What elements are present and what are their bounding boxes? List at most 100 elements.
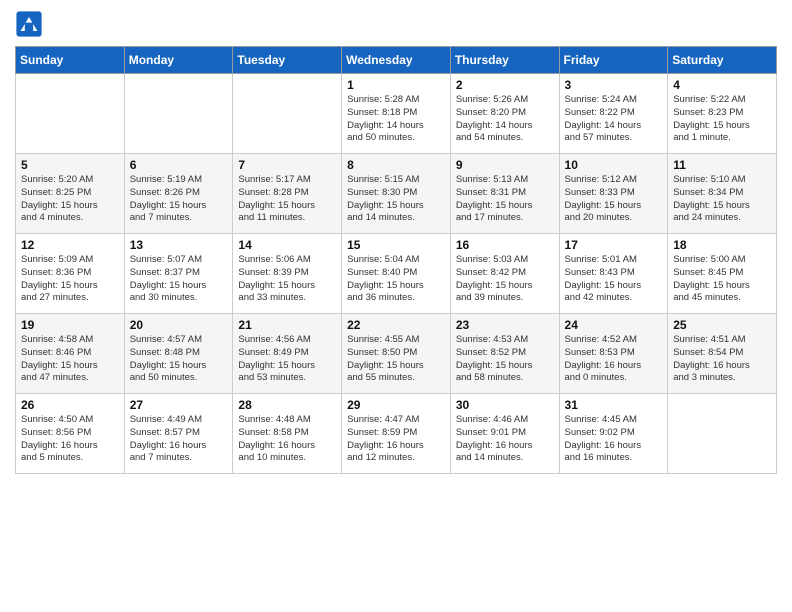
day-number: 25 — [673, 318, 771, 332]
day-info: Sunrise: 5:04 AM Sunset: 8:40 PM Dayligh… — [347, 254, 445, 305]
day-number: 20 — [130, 318, 228, 332]
day-info: Sunrise: 4:48 AM Sunset: 8:58 PM Dayligh… — [238, 414, 336, 465]
calendar-cell: 5Sunrise: 5:20 AM Sunset: 8:25 PM Daylig… — [16, 154, 125, 234]
day-number: 16 — [456, 238, 554, 252]
calendar-cell — [124, 74, 233, 154]
calendar-cell: 11 Sunrise: 5:10 AM Sunset: 8:34 PM Dayli… — [668, 154, 777, 234]
calendar-cell: 22 Sunrise: 4:55 AM Sunset: 8:50 PM Dayli… — [342, 314, 451, 394]
calendar-cell: 9 Sunrise: 5:13 AM Sunset: 8:31 PM Daylig… — [450, 154, 559, 234]
calendar-cell: 12Sunrise: 5:09 AM Sunset: 8:36 PM Dayli… — [16, 234, 125, 314]
calendar-cell: 3 Sunrise: 5:24 AM Sunset: 8:22 PM Daylig… — [559, 74, 668, 154]
day-info: Sunrise: 4:46 AM Sunset: 9:01 PM Dayligh… — [456, 414, 554, 465]
calendar-cell: 13 Sunrise: 5:07 AM Sunset: 8:37 PM Dayli… — [124, 234, 233, 314]
calendar-cell: 7Sunrise: 5:17 AM Sunset: 8:28 PM Daylig… — [233, 154, 342, 234]
calendar-cell: 2 Sunrise: 5:26 AM Sunset: 8:20 PM Daylig… — [450, 74, 559, 154]
day-number: 29 — [347, 398, 445, 412]
weekday-header-sunday: Sunday — [16, 47, 125, 74]
day-info: Sunrise: 5:24 AM Sunset: 8:22 PM Dayligh… — [565, 94, 663, 145]
day-number: 3 — [565, 78, 663, 92]
day-number: 8 — [347, 158, 445, 172]
day-number: 14 — [238, 238, 336, 252]
calendar-cell: 29Sunrise: 4:47 AM Sunset: 8:59 PM Dayli… — [342, 394, 451, 474]
day-number: 18 — [673, 238, 771, 252]
day-info: Sunrise: 5:26 AM Sunset: 8:20 PM Dayligh… — [456, 94, 554, 145]
day-info: Sunrise: 5:13 AM Sunset: 8:31 PM Dayligh… — [456, 174, 554, 225]
day-number: 13 — [130, 238, 228, 252]
calendar-cell: 21 Sunrise: 4:56 AM Sunset: 8:49 PM Dayli… — [233, 314, 342, 394]
weekday-header-friday: Friday — [559, 47, 668, 74]
calendar-cell: 20 Sunrise: 4:57 AM Sunset: 8:48 PM Dayli… — [124, 314, 233, 394]
day-info: Sunrise: 5:10 AM Sunset: 8:34 PM Dayligh… — [673, 174, 771, 225]
day-number: 30 — [456, 398, 554, 412]
calendar-cell: 17 Sunrise: 5:01 AM Sunset: 8:43 PM Dayli… — [559, 234, 668, 314]
day-info: Sunrise: 5:09 AM Sunset: 8:36 PM Dayligh… — [21, 254, 119, 305]
week-row-4: 19Sunrise: 4:58 AM Sunset: 8:46 PM Dayli… — [16, 314, 777, 394]
day-number: 15 — [347, 238, 445, 252]
calendar-cell: 4Sunrise: 5:22 AM Sunset: 8:23 PM Daylig… — [668, 74, 777, 154]
day-number: 21 — [238, 318, 336, 332]
weekday-header-monday: Monday — [124, 47, 233, 74]
calendar-cell: 26 Sunrise: 4:50 AM Sunset: 8:56 PM Dayli… — [16, 394, 125, 474]
day-info: Sunrise: 5:06 AM Sunset: 8:39 PM Dayligh… — [238, 254, 336, 305]
day-number: 10 — [565, 158, 663, 172]
week-row-5: 26 Sunrise: 4:50 AM Sunset: 8:56 PM Dayli… — [16, 394, 777, 474]
calendar-cell: 30 Sunrise: 4:46 AM Sunset: 9:01 PM Dayli… — [450, 394, 559, 474]
day-number: 28 — [238, 398, 336, 412]
calendar-cell — [668, 394, 777, 474]
day-number: 1 — [347, 78, 445, 92]
day-info: Sunrise: 4:57 AM Sunset: 8:48 PM Dayligh… — [130, 334, 228, 385]
calendar-cell: 31Sunrise: 4:45 AM Sunset: 9:02 PM Dayli… — [559, 394, 668, 474]
day-info: Sunrise: 5:01 AM Sunset: 8:43 PM Dayligh… — [565, 254, 663, 305]
calendar-cell: 27 Sunrise: 4:49 AM Sunset: 8:57 PM Dayli… — [124, 394, 233, 474]
day-info: Sunrise: 5:03 AM Sunset: 8:42 PM Dayligh… — [456, 254, 554, 305]
day-number: 9 — [456, 158, 554, 172]
calendar-cell — [233, 74, 342, 154]
day-number: 17 — [565, 238, 663, 252]
day-number: 6 — [130, 158, 228, 172]
calendar-cell: 16 Sunrise: 5:03 AM Sunset: 8:42 PM Dayli… — [450, 234, 559, 314]
day-number: 19 — [21, 318, 119, 332]
day-number: 27 — [130, 398, 228, 412]
day-number: 31 — [565, 398, 663, 412]
day-number: 4 — [673, 78, 771, 92]
weekday-header-row: SundayMondayTuesdayWednesdayThursdayFrid… — [16, 47, 777, 74]
day-info: Sunrise: 4:50 AM Sunset: 8:56 PM Dayligh… — [21, 414, 119, 465]
day-number: 26 — [21, 398, 119, 412]
weekday-header-wednesday: Wednesday — [342, 47, 451, 74]
day-info: Sunrise: 4:49 AM Sunset: 8:57 PM Dayligh… — [130, 414, 228, 465]
day-info: Sunrise: 4:56 AM Sunset: 8:49 PM Dayligh… — [238, 334, 336, 385]
calendar-cell: 10Sunrise: 5:12 AM Sunset: 8:33 PM Dayli… — [559, 154, 668, 234]
calendar-cell: 24 Sunrise: 4:52 AM Sunset: 8:53 PM Dayli… — [559, 314, 668, 394]
weekday-header-thursday: Thursday — [450, 47, 559, 74]
calendar-cell: 15 Sunrise: 5:04 AM Sunset: 8:40 PM Dayli… — [342, 234, 451, 314]
day-number: 2 — [456, 78, 554, 92]
calendar-cell: 25 Sunrise: 4:51 AM Sunset: 8:54 PM Dayli… — [668, 314, 777, 394]
day-number: 23 — [456, 318, 554, 332]
calendar-cell: 23Sunrise: 4:53 AM Sunset: 8:52 PM Dayli… — [450, 314, 559, 394]
day-info: Sunrise: 4:51 AM Sunset: 8:54 PM Dayligh… — [673, 334, 771, 385]
day-info: Sunrise: 5:28 AM Sunset: 8:18 PM Dayligh… — [347, 94, 445, 145]
page-header — [15, 10, 777, 38]
week-row-2: 5Sunrise: 5:20 AM Sunset: 8:25 PM Daylig… — [16, 154, 777, 234]
week-row-1: 1 Sunrise: 5:28 AM Sunset: 8:18 PM Daylig… — [16, 74, 777, 154]
weekday-header-tuesday: Tuesday — [233, 47, 342, 74]
weekday-header-saturday: Saturday — [668, 47, 777, 74]
week-row-3: 12Sunrise: 5:09 AM Sunset: 8:36 PM Dayli… — [16, 234, 777, 314]
day-number: 11 — [673, 158, 771, 172]
day-number: 7 — [238, 158, 336, 172]
day-number: 22 — [347, 318, 445, 332]
day-info: Sunrise: 4:52 AM Sunset: 8:53 PM Dayligh… — [565, 334, 663, 385]
day-info: Sunrise: 5:00 AM Sunset: 8:45 PM Dayligh… — [673, 254, 771, 305]
calendar-cell — [16, 74, 125, 154]
day-info: Sunrise: 5:19 AM Sunset: 8:26 PM Dayligh… — [130, 174, 228, 225]
calendar-table: SundayMondayTuesdayWednesdayThursdayFrid… — [15, 46, 777, 474]
day-number: 24 — [565, 318, 663, 332]
calendar-cell: 8Sunrise: 5:15 AM Sunset: 8:30 PM Daylig… — [342, 154, 451, 234]
logo-icon — [15, 10, 43, 38]
calendar-cell: 18 Sunrise: 5:00 AM Sunset: 8:45 PM Dayli… — [668, 234, 777, 314]
calendar-cell: 28 Sunrise: 4:48 AM Sunset: 8:58 PM Dayli… — [233, 394, 342, 474]
calendar-cell: 6 Sunrise: 5:19 AM Sunset: 8:26 PM Daylig… — [124, 154, 233, 234]
day-info: Sunrise: 5:07 AM Sunset: 8:37 PM Dayligh… — [130, 254, 228, 305]
day-info: Sunrise: 5:20 AM Sunset: 8:25 PM Dayligh… — [21, 174, 119, 225]
day-info: Sunrise: 4:55 AM Sunset: 8:50 PM Dayligh… — [347, 334, 445, 385]
